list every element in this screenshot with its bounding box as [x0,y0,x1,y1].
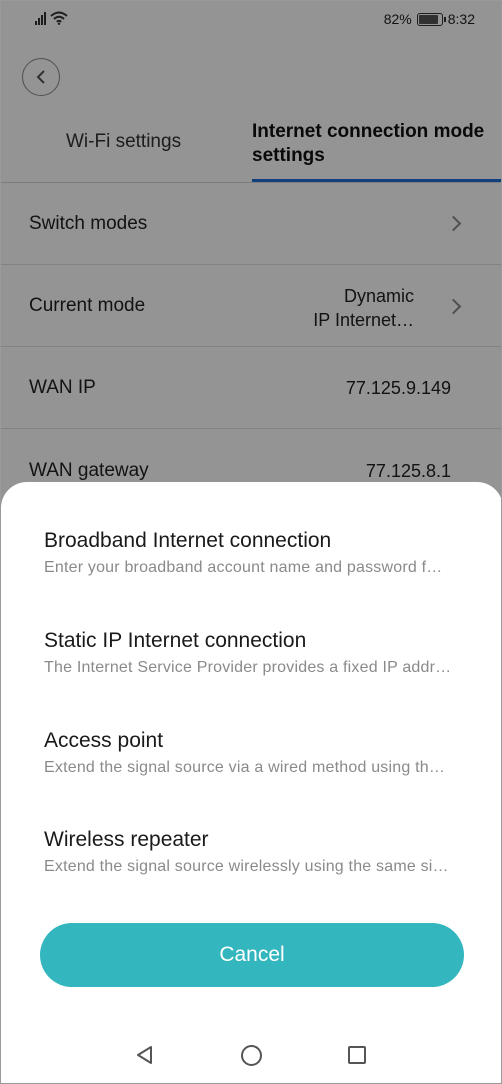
cancel-button[interactable]: Cancel [40,923,464,987]
recent-square-icon[interactable] [348,1046,366,1064]
option-description: Extend the signal source via a wired met… [44,759,446,776]
switch-mode-sheet: Broadband Internet connection Enter your… [1,482,501,1083]
back-triangle-icon[interactable] [135,1045,155,1065]
system-nav-bar [1,1027,501,1083]
option-description: Extend the signal source wirelessly usin… [44,858,449,875]
option-description: The Internet Service Provider provides a… [44,659,452,676]
screen: 82% 8:32 Wi-Fi settings Internet connect… [0,0,502,1084]
option-title: Broadband Internet connection [44,529,332,552]
option-title: Wireless repeater [44,828,209,851]
option-title: Static IP Internet connection [44,629,307,652]
option-description: Enter your broadband account name and pa… [44,559,443,576]
option-access-point[interactable]: Access point Extend the signal source vi… [44,729,496,777]
cancel-label: Cancel [219,943,285,966]
option-wireless-repeater[interactable]: Wireless repeater Extend the signal sour… [44,828,496,876]
option-static-ip[interactable]: Static IP Internet connection The Intern… [44,629,496,677]
home-circle-icon[interactable] [241,1045,262,1066]
option-broadband[interactable]: Broadband Internet connection Enter your… [44,529,496,577]
option-title: Access point [44,729,164,752]
